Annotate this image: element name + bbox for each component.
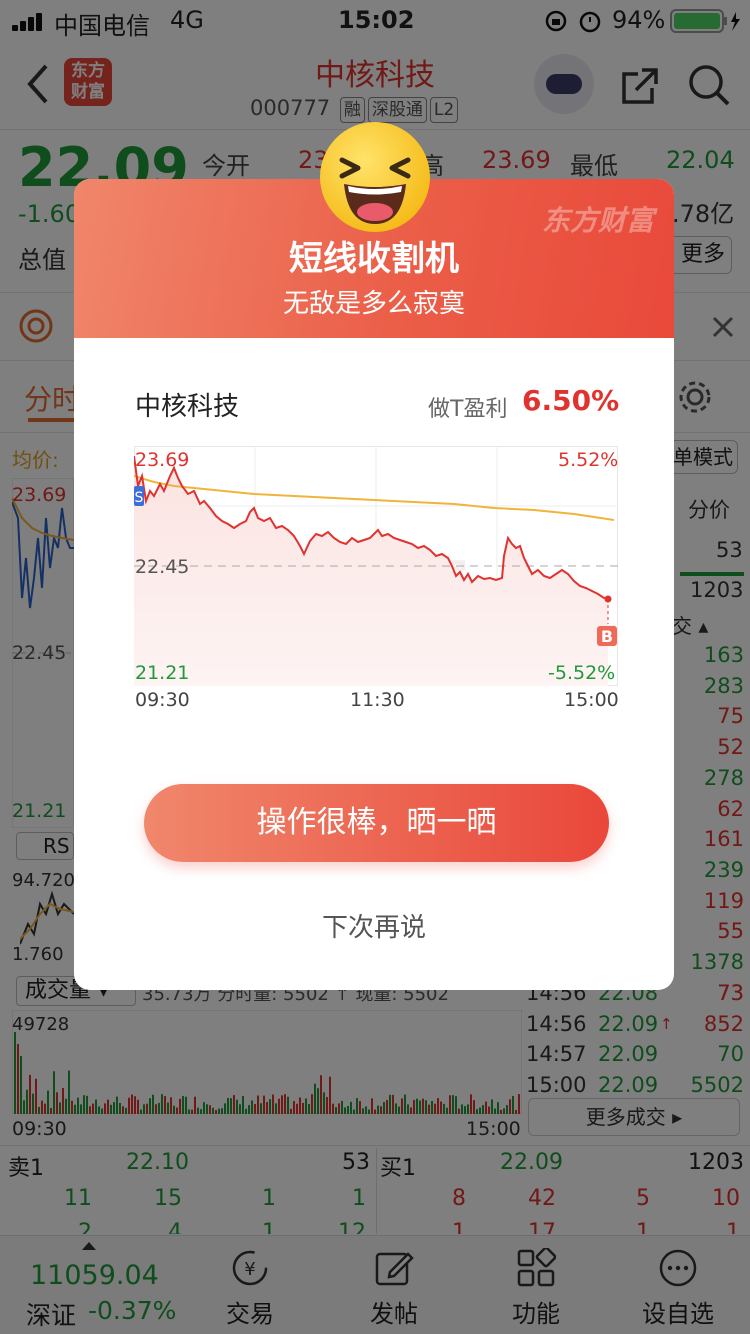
chart-mid-price: 22.45 xyxy=(135,556,190,578)
dismiss-button[interactable]: 下次再说 xyxy=(274,907,474,944)
buy-marker-label: B xyxy=(601,627,613,646)
profit-dialog: 东方财富 短线收割机 无敌是多么寂寞 中核科技 做T盈利 6.50% 东方财富 … xyxy=(74,179,674,990)
share-result-button[interactable]: 操作很棒，晒一晒 xyxy=(144,784,609,862)
dialog-intraday-chart: 东方财富 S B xyxy=(134,446,618,686)
app-screen: { "status_bar": {"carrier": "中国电信", "net… xyxy=(0,0,750,1334)
profit-value: 6.50% xyxy=(522,384,620,417)
dialog-title: 短线收割机 xyxy=(289,239,459,279)
chart-time-end: 15:00 xyxy=(564,689,619,711)
sell-marker-label: S xyxy=(135,490,144,506)
profit-label: 做T盈利 xyxy=(428,397,508,422)
chart-high-pct: 5.52% xyxy=(558,449,619,471)
chart-time-mid: 11:30 xyxy=(350,689,405,711)
chart-low-price: 21.21 xyxy=(135,662,190,684)
dialog-subtitle: 无敌是多么寂寞 xyxy=(282,289,465,319)
laughing-emoji-icon xyxy=(320,122,430,232)
dialog-stock-name: 中核科技 xyxy=(135,392,240,422)
chart-high-price: 23.69 xyxy=(135,449,190,471)
chart-time-start: 09:30 xyxy=(135,689,190,711)
chart-low-pct: -5.52% xyxy=(548,662,616,684)
